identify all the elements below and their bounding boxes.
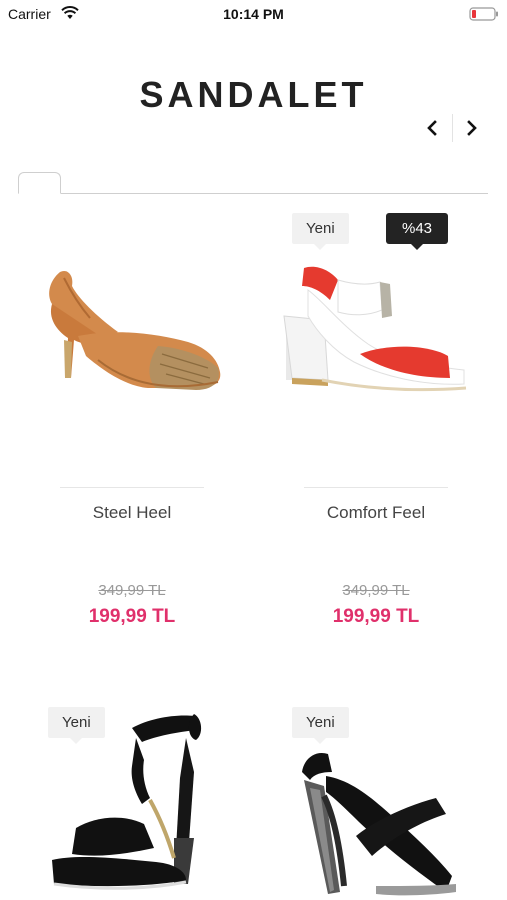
status-time: 10:14 PM [223,6,284,22]
new-price: 199,99 TL [88,606,176,627]
category-tabs [18,172,488,194]
tab-underline [18,193,488,194]
product-image[interactable] [282,260,472,410]
product-name[interactable]: Steel Heel [32,503,232,523]
product-image[interactable] [46,708,222,900]
discount-badge: %43 [386,213,449,250]
old-price: 349,99 TL [342,582,410,599]
card-divider [60,487,204,488]
product-name[interactable]: Comfort Feel [276,503,476,523]
product-image[interactable] [38,260,228,410]
nav-divider [452,114,453,142]
product-image[interactable] [296,736,466,900]
new-badge: Yeni [292,213,349,250]
card-divider [304,487,448,488]
tab-active[interactable] [18,172,61,194]
carousel-nav [418,112,488,142]
chevron-right-icon[interactable] [460,116,484,140]
chevron-left-icon[interactable] [420,116,444,140]
new-price: 199,99 TL [332,606,420,627]
page-title: SANDALET [139,74,368,115]
old-price: 349,99 TL [98,582,166,599]
new-badge: Yeni [292,707,349,744]
battery-low-icon [469,7,498,21]
status-bar: Carrier 10:14 PM [0,0,507,28]
